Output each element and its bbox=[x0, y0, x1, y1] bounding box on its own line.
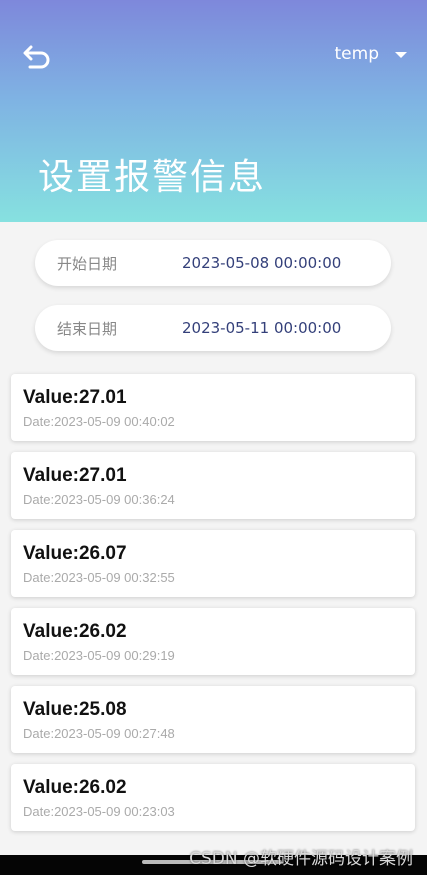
start-date-label: 开始日期 bbox=[57, 254, 118, 273]
record-date: Date:2023-05-09 00:36:24 bbox=[23, 492, 175, 507]
record-value: Value:26.02 bbox=[23, 777, 127, 798]
record-value: Value:27.01 bbox=[23, 465, 127, 486]
record-date: Date:2023-05-09 00:32:55 bbox=[23, 570, 175, 585]
back-button[interactable] bbox=[18, 40, 56, 74]
record-date: Date:2023-05-09 00:29:19 bbox=[23, 648, 175, 663]
end-date-value: 2023-05-11 00:00:00 bbox=[182, 319, 342, 337]
start-date-value: 2023-05-08 00:00:00 bbox=[182, 254, 342, 272]
sensor-selector[interactable]: temp bbox=[335, 44, 407, 64]
record-item[interactable]: Value:26.02 Date:2023-05-09 00:29:19 bbox=[11, 608, 415, 675]
record-item[interactable]: Value:27.01 Date:2023-05-09 00:36:24 bbox=[11, 452, 415, 519]
start-date-field[interactable]: 开始日期 2023-05-08 00:00:00 bbox=[35, 240, 391, 286]
header: temp 设置报警信息 bbox=[0, 0, 427, 222]
record-value: Value:25.08 bbox=[23, 699, 127, 720]
end-date-field[interactable]: 结束日期 2023-05-11 00:00:00 bbox=[35, 305, 391, 351]
record-item[interactable]: Value:25.08 Date:2023-05-09 00:27:48 bbox=[11, 686, 415, 753]
record-date: Date:2023-05-09 00:27:48 bbox=[23, 726, 175, 741]
back-arrow-icon bbox=[23, 45, 50, 69]
selector-value: temp bbox=[334, 44, 379, 64]
record-date: Date:2023-05-09 00:40:02 bbox=[23, 414, 175, 429]
record-item[interactable]: Value:27.01 Date:2023-05-09 00:40:02 bbox=[11, 374, 415, 441]
caret-down-icon bbox=[395, 52, 407, 58]
end-date-label: 结束日期 bbox=[57, 319, 118, 338]
record-value: Value:26.02 bbox=[23, 621, 127, 642]
record-item[interactable]: Value:26.02 Date:2023-05-09 00:23:03 bbox=[11, 764, 415, 831]
record-item[interactable]: Value:26.07 Date:2023-05-09 00:32:55 bbox=[11, 530, 415, 597]
watermark: CSDN @软硬件源码设计案例 bbox=[189, 849, 413, 869]
record-date: Date:2023-05-09 00:23:03 bbox=[23, 804, 175, 819]
record-value: Value:27.01 bbox=[23, 387, 127, 408]
record-value: Value:26.07 bbox=[23, 543, 127, 564]
page-title: 设置报警信息 bbox=[38, 157, 267, 198]
